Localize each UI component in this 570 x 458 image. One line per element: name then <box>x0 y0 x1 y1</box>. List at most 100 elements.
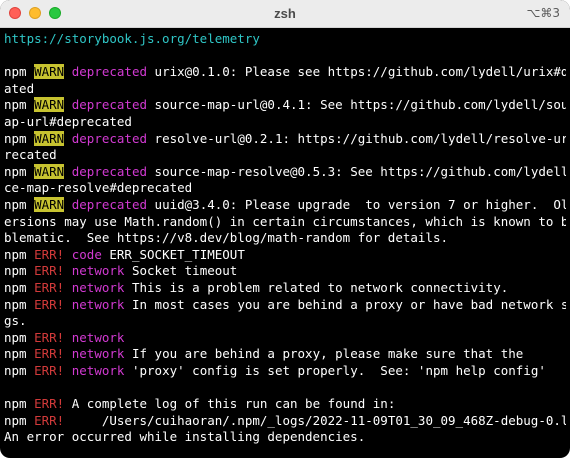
output-text: /Users/cuihaoran/.npm/_logs/2022-11-09T0… <box>64 412 566 428</box>
log-category: deprecated <box>71 130 148 146</box>
log-category: network <box>71 279 125 295</box>
output-text: Socket timeout <box>124 263 238 279</box>
err-label: ERR! <box>34 362 65 378</box>
window-shortcut-label: ⌥⌘3 <box>526 6 560 20</box>
log-category: deprecated <box>71 97 148 113</box>
terminal-line: ce-map-resolve#deprecated <box>4 180 566 197</box>
err-label: ERR! <box>34 246 65 262</box>
log-category: network <box>71 296 125 312</box>
output-text: npm <box>4 246 35 262</box>
output-text: gs. <box>4 313 27 329</box>
err-label: ERR! <box>34 396 65 412</box>
telemetry-link[interactable]: https://storybook.js.org/telemetry <box>4 31 260 46</box>
output-text: resolve-url@0.2.1: https://github.com/ly… <box>147 130 566 146</box>
terminal-line: ated <box>4 81 566 98</box>
title-bar[interactable]: zsh ⌥⌘3 <box>0 0 570 28</box>
output-text: npm <box>4 64 35 80</box>
terminal-line: npm ERR! network In most cases you are b… <box>4 297 566 314</box>
terminal-line: blematic. See https://v8.dev/blog/math-r… <box>4 230 566 247</box>
terminal-line: npm ERR! /Users/cuihaoran/.npm/_logs/202… <box>4 413 566 430</box>
log-category: network <box>71 263 125 279</box>
output-text: urix@0.1.0: Please see https://github.co… <box>147 64 566 80</box>
terminal-line: recated <box>4 147 566 164</box>
terminal-line: npm WARN deprecated uuid@3.4.0: Please u… <box>4 196 566 214</box>
output-text: npm <box>4 346 35 362</box>
log-category: network <box>71 362 125 378</box>
output-text: npm <box>4 97 35 113</box>
output-text: source-map-url@0.4.1: See https://github… <box>147 97 566 113</box>
window-title: zsh <box>274 6 296 21</box>
log-category: deprecated <box>71 163 148 179</box>
terminal-line: npm ERR! network If you are behind a pro… <box>4 346 566 363</box>
log-category: network <box>71 329 125 345</box>
output-text: An error occurred while installing depen… <box>4 429 366 445</box>
terminal-line: ersions may use Math.random() in certain… <box>4 214 566 231</box>
output-text: source-map-resolve@0.5.3: See https://gi… <box>147 163 566 179</box>
terminal-line: npm WARN deprecated resolve-url@0.2.1: h… <box>4 130 566 148</box>
output-text: recated <box>4 147 57 163</box>
output-text: npm <box>4 263 35 279</box>
terminal-line: npm ERR! network This is a problem relat… <box>4 280 566 297</box>
output-text: ERR_SOCKET_TIMEOUT <box>101 246 245 262</box>
err-label: ERR! <box>34 296 65 312</box>
output-text: ated <box>4 80 35 96</box>
err-label: ERR! <box>34 279 65 295</box>
terminal-window: zsh ⌥⌘3 https://storybook.js.org/telemet… <box>0 0 570 458</box>
output-text: 'proxy' config is set properly. See: 'np… <box>124 362 546 378</box>
err-label: ERR! <box>34 329 65 345</box>
log-category: deprecated <box>71 64 148 80</box>
terminal-line: npm WARN deprecated source-map-url@0.4.1… <box>4 97 566 114</box>
terminal-output[interactable]: https://storybook.js.org/telemetry npm WA… <box>4 31 566 458</box>
output-text: npm <box>4 396 35 412</box>
output-text: npm <box>4 362 35 378</box>
warn-badge: WARN <box>34 64 65 80</box>
terminal-line: ap-url#deprecated <box>4 114 566 131</box>
terminal-line: gs. <box>4 313 566 330</box>
log-category: code <box>71 246 102 262</box>
err-label: ERR! <box>34 346 65 362</box>
output-text: In most cases you are behind a proxy or … <box>124 296 566 312</box>
err-label: ERR! <box>34 412 65 428</box>
warn-badge: WARN <box>34 97 65 113</box>
output-text: npm <box>4 163 35 179</box>
output-text: npm <box>4 296 35 312</box>
terminal-line: npm ERR! network Socket timeout <box>4 263 566 280</box>
log-category: deprecated <box>71 196 148 212</box>
terminal-line: npm WARN deprecated urix@0.1.0: Please s… <box>4 64 566 81</box>
output-text: blematic. See https://v8.dev/blog/math-r… <box>4 230 449 246</box>
output-text: ap-url#deprecated <box>4 113 132 129</box>
err-label: ERR! <box>34 263 65 279</box>
output-text: npm <box>4 130 35 146</box>
warn-badge: WARN <box>34 163 65 179</box>
output-text: This is a problem related to network con… <box>124 279 509 295</box>
output-text: uuid@3.4.0: Please upgrade to version 7 … <box>147 196 566 212</box>
terminal-line: An error occurred while installing depen… <box>4 429 566 446</box>
output-text: npm <box>4 279 35 295</box>
log-category: network <box>71 346 125 362</box>
output-text: npm <box>4 196 35 212</box>
terminal-line: npm ERR! A complete log of this run can … <box>4 396 566 413</box>
output-text: ersions may use Math.random() in certain… <box>4 213 566 229</box>
terminal-line: npm ERR! code ERR_SOCKET_TIMEOUT <box>4 247 566 264</box>
output-text: If you are behind a proxy, please make s… <box>124 346 524 362</box>
terminal-line: npm ERR! network 'proxy' config is set p… <box>4 363 566 380</box>
terminal-line: npm ERR! network <box>4 330 566 347</box>
warn-badge: WARN <box>34 130 65 146</box>
terminal-line: npm WARN deprecated source-map-resolve@0… <box>4 163 566 181</box>
output-text: npm <box>4 329 35 345</box>
terminal-line: https://storybook.js.org/telemetry <box>4 31 566 48</box>
